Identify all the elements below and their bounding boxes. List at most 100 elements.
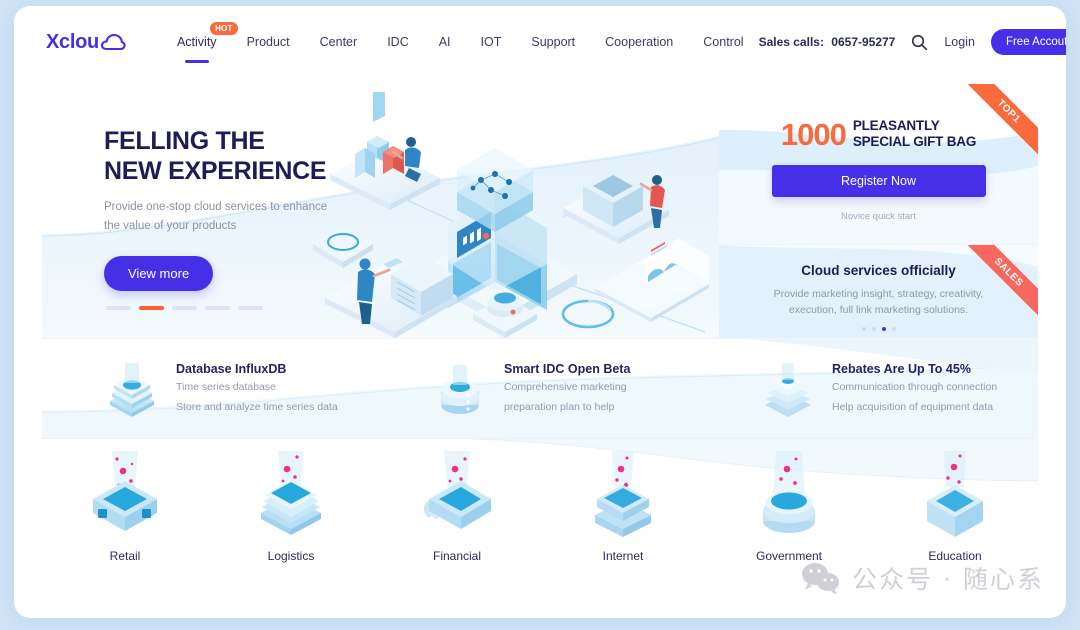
database-layers-icon: [765, 362, 811, 417]
nav-item-idc[interactable]: IDC: [372, 35, 424, 49]
cloud-icon: [100, 33, 126, 51]
top1-ribbon-label: TOP1: [954, 84, 1038, 166]
hero-subtitle: Provide one-stop cloud services to enhan…: [104, 198, 327, 236]
hero-subtitle-line2: the value of your products: [104, 219, 237, 232]
hot-badge: HOT: [210, 22, 238, 35]
nav-item-control[interactable]: Control: [688, 35, 758, 49]
login-link[interactable]: Login: [944, 35, 975, 49]
gift-number: 1000: [780, 116, 847, 152]
feature-title: Database InfluxDB: [176, 361, 287, 376]
top1-ribbon: TOP1: [946, 84, 1038, 176]
sales-label: Sales calls:: [758, 35, 824, 49]
nav-item-cooperation[interactable]: Cooperation: [590, 35, 688, 49]
retail-isometric-icon: [93, 451, 157, 531]
promo-cloud-services: SALES Cloud services officially Provide …: [719, 244, 1038, 338]
wechat-icon: [802, 563, 840, 594]
nav-item-activity[interactable]: Activity HOT: [162, 22, 238, 63]
feature-line1: Time series database: [176, 380, 276, 393]
site-header: Xclou Activity HOT Product Center IDC AI…: [14, 6, 1066, 78]
promo-dot-3[interactable]: [881, 326, 886, 331]
feature-text: Smart IDC Open Beta Comprehensive market…: [504, 362, 630, 416]
feature-line2: Help acquisition of equipment data: [832, 400, 994, 413]
brand-logo-text: Xclou: [46, 30, 99, 53]
nav-label: Activity: [176, 35, 217, 49]
hero-row: FELLING THE NEW EXPERIENCE Provide one-s…: [42, 84, 1038, 338]
page-root: Xclou Activity HOT Product Center IDC AI…: [0, 0, 1080, 630]
nav-label: Control: [703, 35, 744, 49]
nav-label: Support: [531, 35, 576, 49]
industry-item-financial[interactable]: Financial: [374, 439, 540, 563]
hero-dot-2[interactable]: [139, 306, 164, 310]
site-card: Xclou Activity HOT Product Center IDC AI…: [14, 6, 1066, 618]
promo-dot-4[interactable]: [891, 326, 896, 331]
feature-text: Database InfluxDB Time series database S…: [176, 362, 338, 416]
industry-item-government[interactable]: Government: [706, 439, 872, 563]
industry-label: Retail: [109, 549, 141, 563]
feature-line2: Store and analyze time series data: [176, 400, 338, 413]
industry-item-logistics[interactable]: Logistics: [208, 439, 374, 563]
hero-dot-1[interactable]: [106, 306, 131, 310]
feature-line1: Comprehensive marketing: [504, 380, 627, 393]
industry-label: Logistics: [267, 549, 315, 563]
nav-item-center[interactable]: Center: [305, 35, 373, 49]
nav-item-support[interactable]: Support: [516, 35, 590, 49]
nav-label: Product: [246, 35, 290, 49]
watermark-text: 公众号 · 随心系: [852, 565, 1044, 594]
nav-label: Center: [319, 35, 358, 49]
nav-label: IDC: [387, 35, 409, 49]
feature-title: Smart IDC Open Beta: [504, 361, 631, 376]
brand-logo[interactable]: Xclou: [46, 31, 126, 54]
hero-dot-5[interactable]: [238, 306, 263, 310]
nav-item-iot[interactable]: IOT: [466, 35, 517, 49]
feature-card-influxdb[interactable]: Database InfluxDB Time series database S…: [42, 339, 382, 438]
nav-item-ai[interactable]: AI: [424, 35, 466, 49]
hero-text-block: FELLING THE NEW EXPERIENCE Provide one-s…: [104, 126, 327, 291]
hero-dot-4[interactable]: [205, 306, 230, 310]
feature-line2: preparation plan to help: [504, 400, 615, 413]
sales-ribbon-label: SALES: [954, 245, 1038, 327]
view-more-button[interactable]: View more: [104, 255, 214, 291]
promo-dot-1[interactable]: [861, 326, 866, 331]
feature-row: Database InfluxDB Time series database S…: [42, 338, 1038, 438]
hero-carousel-dots: [106, 306, 263, 310]
watermark: 公众号 · 随心系: [800, 560, 1044, 596]
hero-title: FELLING THE NEW EXPERIENCE: [104, 126, 327, 186]
industry-item-retail[interactable]: Retail: [42, 439, 208, 563]
industry-label: Financial: [432, 549, 482, 563]
main-nav: Activity HOT Product Center IDC AI IOT S…: [162, 22, 759, 63]
nav-item-product[interactable]: Product: [232, 35, 305, 49]
header-actions: Sales calls: 0657-95277 Login Free Accou…: [759, 29, 1066, 55]
internet-isometric-icon: [595, 451, 651, 537]
page-content: FELLING THE NEW EXPERIENCE Provide one-s…: [42, 84, 1038, 604]
nav-label: IOT: [480, 35, 502, 49]
industry-item-internet[interactable]: Internet: [540, 439, 706, 563]
financial-isometric-icon: [424, 451, 491, 529]
search-icon[interactable]: [911, 34, 928, 51]
hero-banner: FELLING THE NEW EXPERIENCE Provide one-s…: [42, 84, 719, 338]
database-stack-icon: [110, 362, 154, 417]
nav-label: Cooperation: [605, 35, 674, 49]
sales-number: 0657-95277: [831, 35, 896, 49]
feature-text: Rebates Are Up To 45% Communication thro…: [832, 362, 997, 416]
promo-dot-2[interactable]: [871, 326, 876, 331]
logistics-isometric-icon: [261, 451, 321, 535]
promo-column: TOP1 1000 PLEASANTLY SPECIAL GIFT BAG Re…: [719, 84, 1038, 338]
novice-quick-start-link[interactable]: Novice quick start: [719, 211, 1038, 222]
hero-title-line2: NEW EXPERIENCE: [104, 157, 327, 185]
education-isometric-icon: [927, 451, 983, 537]
hero-dot-3[interactable]: [172, 306, 197, 310]
industry-label: Internet: [602, 549, 644, 563]
government-isometric-icon: [763, 451, 815, 533]
free-account-button[interactable]: Free Accout: [990, 29, 1066, 55]
database-cylinder-icon: [441, 364, 479, 414]
sales-phone: Sales calls: 0657-95277: [759, 35, 896, 49]
hero-isometric-illustration: [313, 92, 709, 338]
hero-title-line1: FELLING THE: [104, 127, 265, 155]
feature-card-rebates[interactable]: Rebates Are Up To 45% Communication thro…: [710, 339, 1038, 438]
sales-ribbon: SALES: [946, 245, 1038, 337]
feature-line1: Communication through connection: [832, 380, 998, 393]
nav-active-underline: [184, 60, 209, 63]
feature-title: Rebates Are Up To 45%: [832, 361, 971, 376]
feature-card-smart-idc[interactable]: Smart IDC Open Beta Comprehensive market…: [382, 339, 710, 438]
industry-item-education[interactable]: Education: [872, 439, 1038, 563]
